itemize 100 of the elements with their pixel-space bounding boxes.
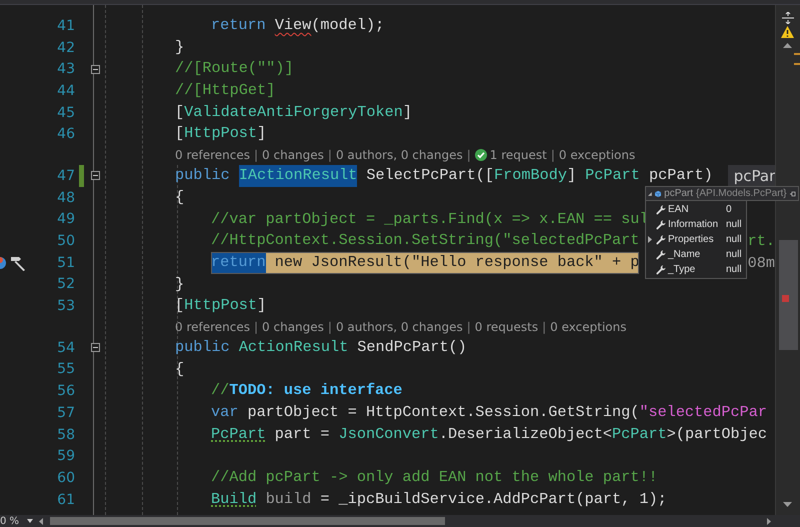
collapse-toggle[interactable] xyxy=(90,64,100,74)
code-line: [ValidateAntiForgeryToken] xyxy=(175,102,412,123)
code-line: //[HttpGet] xyxy=(175,80,276,102)
datatip-row[interactable]: Properties null xyxy=(646,232,746,247)
code-line: PcPart part = JsonConvert.DeserializeObject<PcPart>(partObjec xyxy=(211,424,767,445)
hammer-icon[interactable] xyxy=(9,254,27,271)
line-number: 49 xyxy=(56,211,75,228)
code-line: var partObject = HttpContext.Session.GetString("selectedPcPar xyxy=(211,402,767,423)
line-number: 61 xyxy=(56,492,75,508)
codelens-link[interactable]: 0 changes xyxy=(262,320,324,334)
zoom-level[interactable]: 0 % xyxy=(0,516,20,526)
line-number: 44 xyxy=(56,82,75,99)
line-number: 43 xyxy=(56,61,75,78)
line-number: 59 xyxy=(56,448,75,464)
property-name: Properties xyxy=(668,234,715,245)
property-value: null xyxy=(726,234,742,245)
breakpoint-marker xyxy=(782,295,789,302)
separator: | xyxy=(466,320,471,334)
code-line: } xyxy=(175,36,184,58)
code-line: Build build = _ipcBuildService.AddPcPart(part, 1); xyxy=(211,488,667,510)
datatip-row[interactable]: _Type null xyxy=(646,262,746,277)
line-number: 42 xyxy=(56,40,75,56)
codelens-link[interactable]: 0 references xyxy=(175,148,250,162)
property-name: EAN xyxy=(668,204,690,215)
line-number: 60 xyxy=(56,470,75,486)
datatip-row[interactable]: EAN 0 xyxy=(646,202,746,217)
scroll-right-arrow-icon[interactable] xyxy=(767,518,771,524)
split-handle-icon[interactable] xyxy=(782,12,794,24)
variable-type: {API.Models.PcPart} xyxy=(696,188,787,199)
expand-arrow-icon[interactable] xyxy=(648,236,652,243)
scroll-up-arrow-icon[interactable] xyxy=(783,43,792,48)
code-line: return View(model); xyxy=(211,15,384,36)
line-number: 57 xyxy=(56,404,75,421)
code-line: //HttpContext.Session.SetString("selectedPcPart xyxy=(211,230,640,252)
codelens-link[interactable]: 1 request xyxy=(490,148,547,162)
codelens-link[interactable]: 0 changes xyxy=(262,148,324,162)
codelens-link[interactable]: 0 authors, 0 changes xyxy=(336,320,463,334)
separator: | xyxy=(254,320,258,334)
change-marker xyxy=(794,53,800,55)
line-number: 48 xyxy=(56,190,75,206)
line-number: 51 xyxy=(56,254,75,271)
line-number: 52 xyxy=(56,276,75,292)
separator: | xyxy=(550,148,555,162)
pin-icon[interactable] xyxy=(790,190,796,198)
line-number: 53 xyxy=(56,298,75,314)
horizontal-scrollbar[interactable]: 0 % xyxy=(0,515,800,527)
datatip-row[interactable]: _Name null xyxy=(646,247,746,262)
separator: | xyxy=(254,148,258,162)
expand-triangle-icon[interactable] xyxy=(648,190,652,196)
property-name: _Type xyxy=(668,264,696,275)
property-name: Information xyxy=(668,219,720,230)
codelens-link[interactable]: 0 references xyxy=(175,320,250,334)
dropdown-caret-icon[interactable] xyxy=(27,519,34,523)
change-marker xyxy=(794,63,800,65)
code-line: //[Route("")] xyxy=(175,58,294,80)
line-number: 46 xyxy=(56,126,75,142)
scroll-down-arrow-icon[interactable] xyxy=(783,502,792,507)
separator: | xyxy=(328,148,332,162)
datatip-label[interactable]: pcPar xyxy=(728,165,775,187)
scroll-thumb[interactable] xyxy=(50,517,445,525)
line-number: 47 xyxy=(56,168,75,184)
property-name: _Name xyxy=(668,249,702,260)
code-line: { xyxy=(175,358,184,380)
code-line: public IActionResult SelectPcPart([FromBody] PcPart pcPart) xyxy=(175,165,713,187)
code-line: public ActionResult SendPcPart() xyxy=(175,336,467,358)
code-line: { xyxy=(175,186,184,208)
property-value: null xyxy=(726,249,742,260)
collapse-toggle[interactable] xyxy=(90,343,100,352)
scroll-left-arrow-icon[interactable] xyxy=(39,518,44,524)
separator: | xyxy=(542,320,546,334)
code-fragment: 08m xyxy=(748,254,775,272)
line-number: 58 xyxy=(56,426,75,443)
variable-name: pcPart xyxy=(664,188,694,199)
warning-icon[interactable] xyxy=(781,26,794,38)
cube-icon xyxy=(654,188,662,198)
separator: | xyxy=(328,320,332,334)
codelens-link[interactable]: 0 authors, 0 changes xyxy=(336,148,463,162)
code-line: } xyxy=(175,274,184,295)
datatip-row[interactable]: Information null xyxy=(646,217,746,232)
code-line: //TODO: use interface xyxy=(211,380,402,402)
line-number: 45 xyxy=(56,104,75,121)
codelens-link[interactable]: 0 requests xyxy=(474,320,538,334)
code-line: [HttpPost] xyxy=(175,123,266,144)
line-number: 54 xyxy=(56,340,75,356)
scroll-thumb[interactable] xyxy=(779,240,798,350)
code-line: //var partObject = _parts.Find(x => x.EAN == sul xyxy=(211,208,648,230)
line-number: 55 xyxy=(56,361,75,378)
current-line: return new JsonResult("Hello response back" + p xyxy=(211,252,640,274)
property-value: 0 xyxy=(726,204,732,215)
line-number: 50 xyxy=(56,233,75,250)
line-number: 56 xyxy=(56,383,75,400)
codelens-link[interactable]: 0 exceptions xyxy=(558,148,636,162)
collapse-toggle[interactable] xyxy=(90,171,100,180)
codelens-link[interactable]: 0 exceptions xyxy=(550,320,626,334)
separator: | xyxy=(466,148,471,162)
code-fragment: rt. xyxy=(748,232,775,250)
property-value: null xyxy=(726,219,742,230)
code-line: [HttpPost] xyxy=(175,295,266,316)
property-value: null xyxy=(726,264,742,275)
code-line: //Add pcPart -> only add EAN not the whole part!! xyxy=(211,467,658,488)
